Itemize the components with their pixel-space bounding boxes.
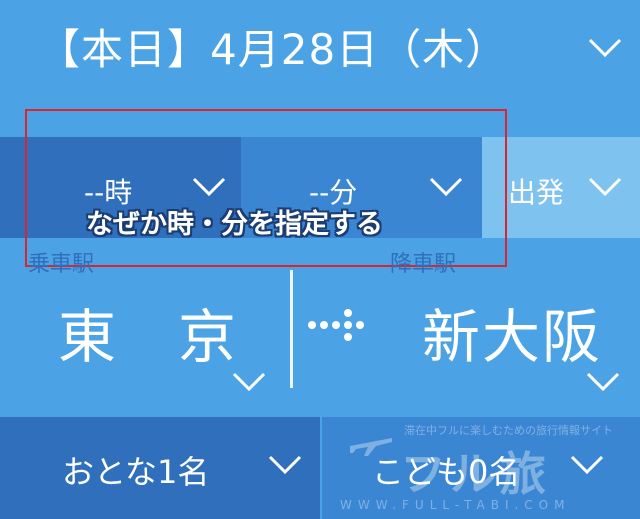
annotation-caption: なぜか時・分を指定する: [86, 209, 383, 240]
station-divider: [290, 270, 293, 388]
chevron-down-icon: [586, 372, 620, 392]
adult-count-value: おとな1名: [62, 453, 210, 491]
chevron-down-icon: [232, 372, 266, 392]
date-selector[interactable]: 【本日】4月28日（木）: [0, 0, 640, 96]
date-label: 【本日】4月28日（木）: [38, 25, 509, 74]
child-count-value: こども0名: [372, 453, 521, 491]
annotation-highlight-box: [25, 109, 507, 267]
child-count-select[interactable]: こども0名: [322, 417, 640, 519]
departure-station-select[interactable]: 東 京: [0, 266, 290, 416]
departure-station-name: 東 京: [58, 303, 239, 371]
chevron-down-icon: [588, 177, 622, 197]
arrival-station-select[interactable]: 新大阪: [300, 266, 640, 416]
arrival-station-name: 新大阪: [422, 303, 603, 371]
adult-count-select[interactable]: おとな1名: [0, 417, 320, 519]
chevron-down-icon: [570, 455, 604, 475]
chevron-down-icon: [588, 38, 622, 58]
chevron-down-icon: [268, 455, 302, 475]
time-type-value: 出発: [508, 176, 565, 209]
